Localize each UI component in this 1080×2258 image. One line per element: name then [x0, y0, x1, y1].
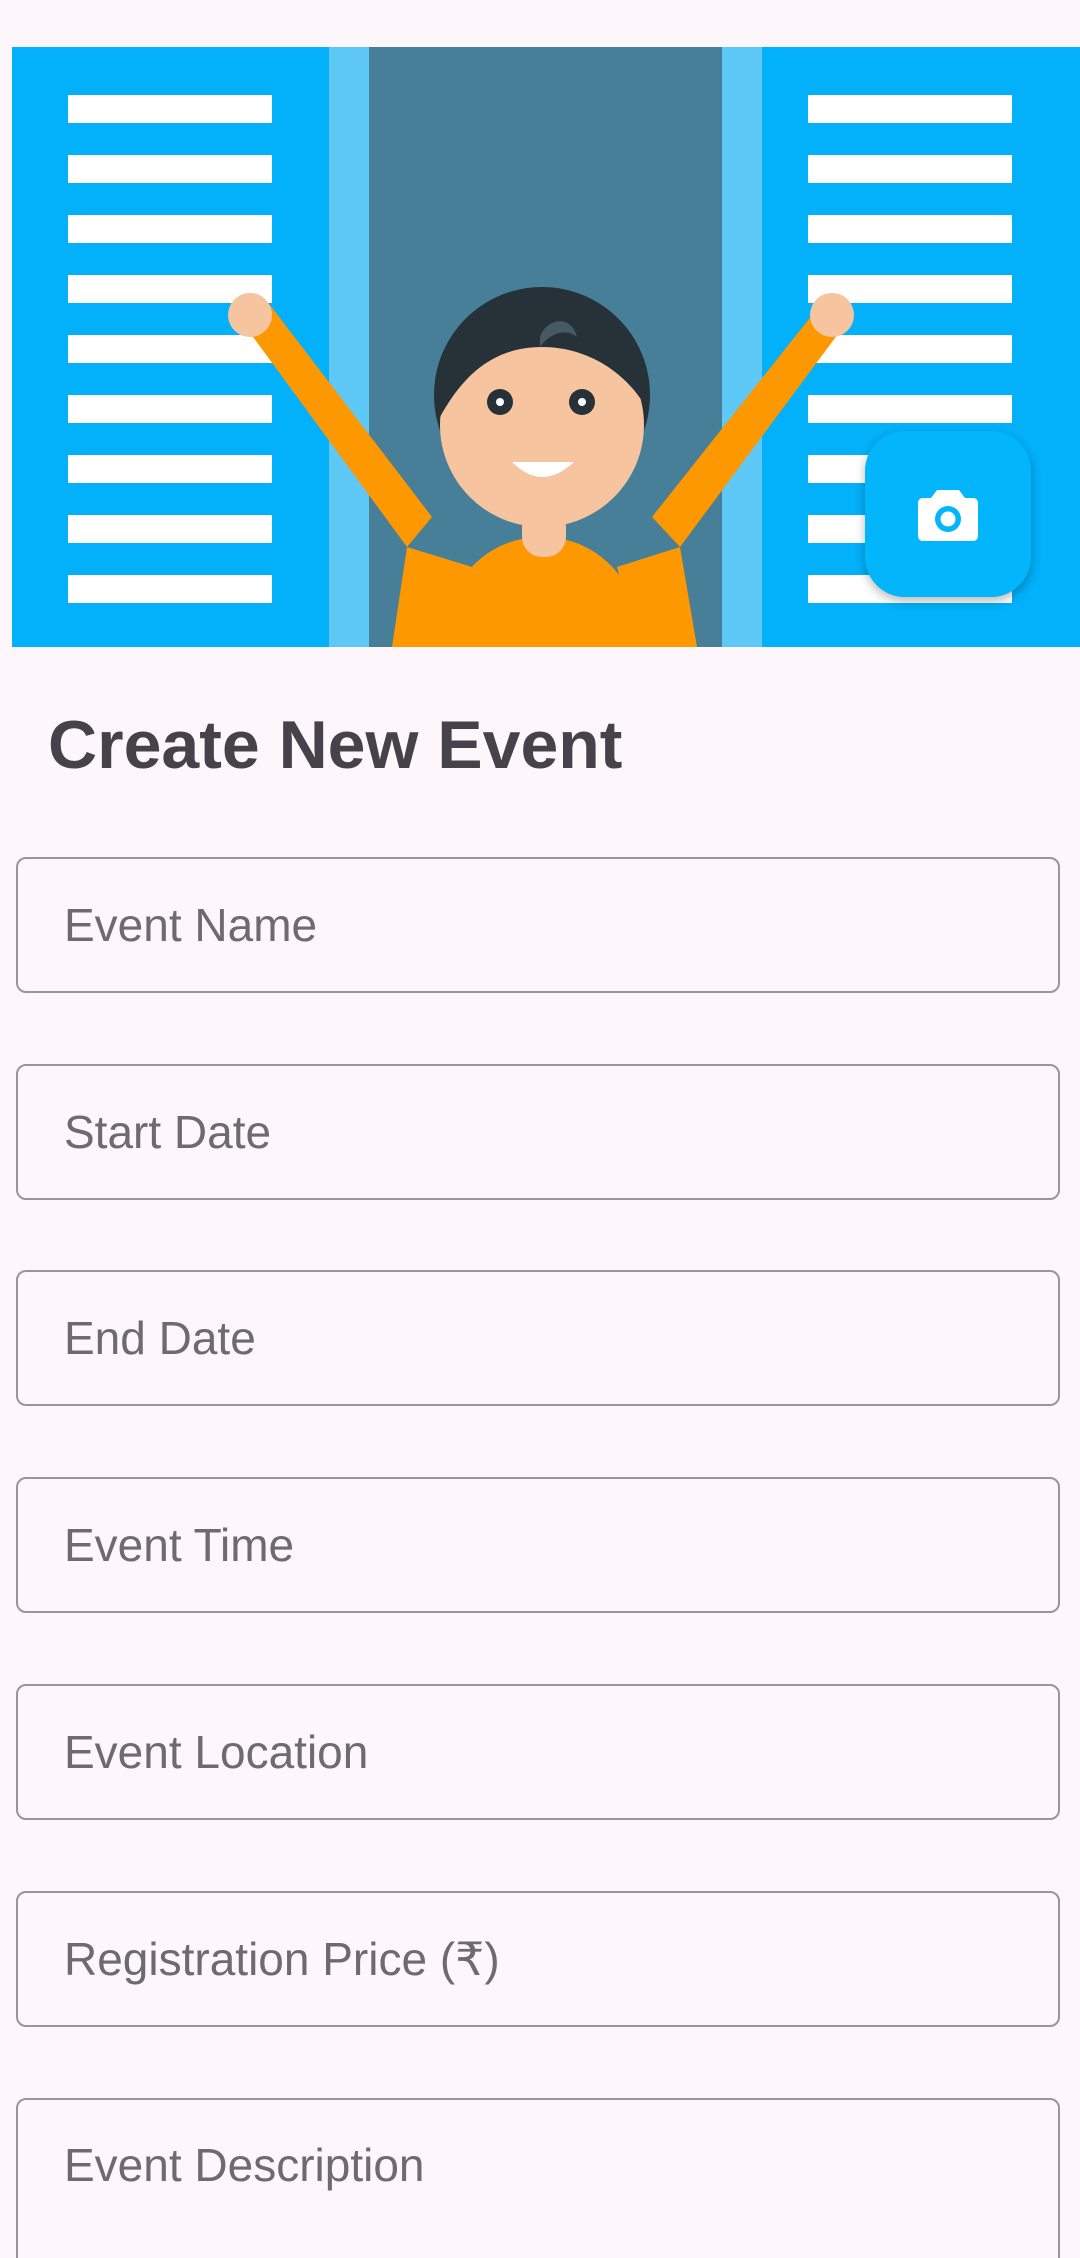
- start-date-field[interactable]: [16, 1064, 1060, 1200]
- start-date-input[interactable]: [64, 1066, 1024, 1198]
- camera-icon: [918, 490, 978, 541]
- event-time-input[interactable]: [64, 1479, 1024, 1611]
- event-name-input[interactable]: [64, 859, 1024, 991]
- event-description-input[interactable]: [64, 2100, 1024, 2230]
- end-date-field[interactable]: [16, 1270, 1060, 1406]
- registration-price-field[interactable]: [16, 1891, 1060, 2027]
- event-location-input[interactable]: [64, 1686, 1024, 1818]
- event-description-field[interactable]: [16, 2098, 1060, 2258]
- page-title: Create New Event: [48, 707, 623, 783]
- event-location-field[interactable]: [16, 1684, 1060, 1820]
- event-name-field[interactable]: [16, 857, 1060, 993]
- end-date-input[interactable]: [64, 1272, 1024, 1404]
- registration-price-input[interactable]: [64, 1893, 1024, 2025]
- camera-button[interactable]: [865, 431, 1031, 597]
- event-time-field[interactable]: [16, 1477, 1060, 1613]
